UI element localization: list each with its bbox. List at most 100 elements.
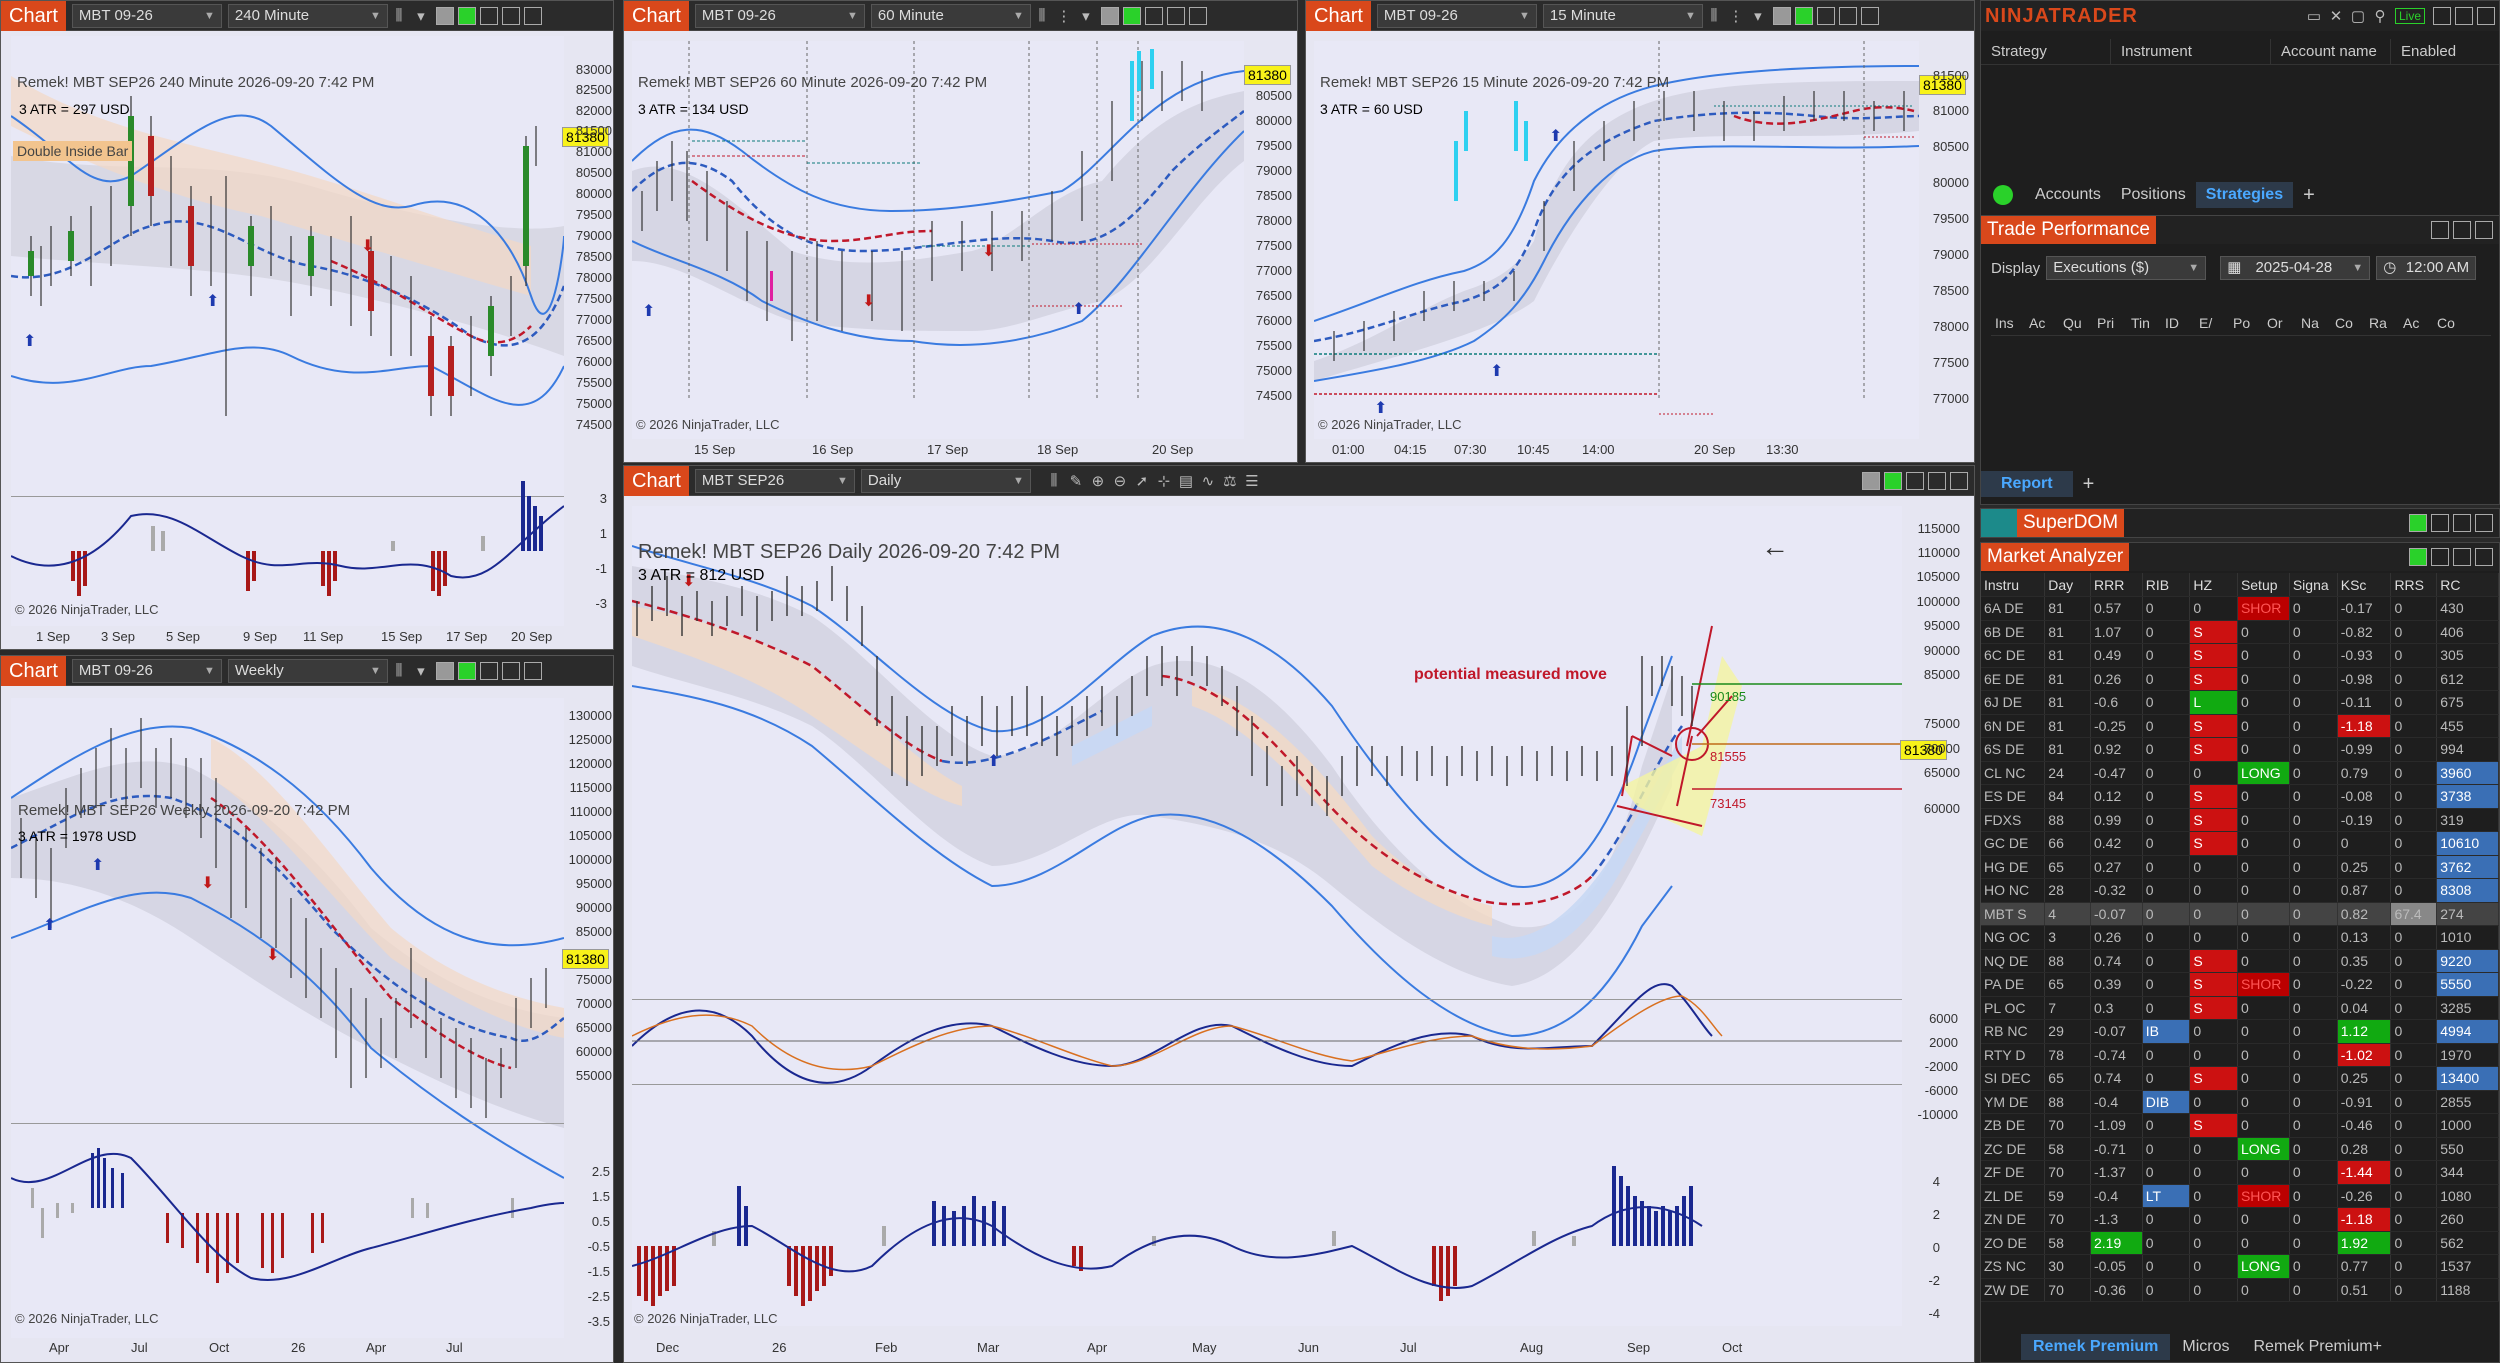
column-header[interactable]: ID [2161,311,2195,335]
column-header[interactable]: E/ [2195,311,2229,335]
column-header[interactable]: Pri [2093,311,2127,335]
maximize-button[interactable] [2455,7,2473,25]
column-header[interactable]: Ac [2399,311,2433,335]
close-button[interactable] [1950,471,1968,490]
display-selector[interactable]: Executions ($) ▼ [2046,256,2207,280]
column-account[interactable]: Account name [2271,39,2391,64]
column-header[interactable]: Qu [2059,311,2093,335]
column-header[interactable]: Po [2229,311,2263,335]
column-header[interactable]: RC [2436,573,2499,597]
table-row[interactable]: ZW DE 70 -0.36 0 0 0 0 0.51 0 1188 [1981,1278,2499,1302]
add-tab-icon[interactable]: + [2073,469,2105,500]
time-axis[interactable]: 15 Sep 16 Sep 17 Sep 18 Sep 20 Sep [632,442,1244,460]
table-row[interactable]: HG DE 65 0.27 0 0 0 0 0.25 0 3762 [1981,855,2499,879]
timeframe-selector[interactable]: 15 Minute ▼ [1542,3,1703,28]
column-header[interactable]: Day [2044,573,2091,597]
table-row[interactable]: ES DE 84 0.12 0 S 0 0 -0.08 0 3738 [1981,784,2499,809]
minimize-button[interactable] [1144,6,1163,25]
new-window-icon[interactable]: ▭ [2303,7,2325,25]
tab-remek-premium-plus[interactable]: Remek Premium+ [2242,1334,2394,1360]
close-button[interactable] [2475,221,2493,239]
table-row[interactable]: GC DE 66 0.42 0 S 0 0 0 0 10610 [1981,831,2499,856]
strategies-icon[interactable]: ⚖ [1219,472,1241,490]
column-header[interactable]: Ins [1991,311,2025,335]
column-instrument[interactable]: Instrument [2111,39,2271,64]
maximize-button[interactable] [2453,514,2471,532]
maximize-button[interactable] [2453,221,2471,239]
pencil-icon[interactable]: ✎ [1065,472,1087,490]
drawing-tool-icon[interactable]: ⋮ [1725,7,1747,25]
minimize-button[interactable] [2431,548,2449,566]
table-row[interactable]: ZN DE 70 -1.3 0 0 0 0 -1.18 0 260 [1981,1207,2499,1232]
table-row[interactable]: YM DE 88 -0.4 DIB 0 0 0 -0.91 0 2855 [1981,1090,2499,1114]
column-header[interactable]: Ac [2025,311,2059,335]
date-picker[interactable]: ▦ 2025-04-28 ▼ [2220,256,2371,280]
price-panel[interactable]: ⬆ ⬆ ⬇ [10,36,566,626]
price-axis[interactable]: 130000 125000 120000 115000 110000 105000 1000… [564,706,613,1106]
column-header[interactable]: KSc [2337,573,2392,597]
link-button[interactable] [435,661,454,680]
close-button[interactable] [523,6,542,25]
column-header[interactable]: RRR [2090,573,2143,597]
minimize-button[interactable] [479,6,498,25]
minimize-button[interactable] [2431,514,2449,532]
table-row[interactable]: 6B DE 81 1.07 0 S 0 0 -0.82 0 406 [1981,620,2499,644]
table-row[interactable]: RTY D 78 -0.74 0 0 0 0 -1.02 0 1970 [1981,1043,2499,1067]
time-axis[interactable]: 1 Sep 3 Sep 5 Sep 9 Sep 11 Sep 15 Sep 17 Sep 20… [11,629,564,647]
table-row[interactable]: ZS NC 30 -0.05 0 0 LONG 0 0.77 0 1537 [1981,1254,2499,1279]
instrument-selector[interactable]: MBT 09-26 ▼ [71,3,222,28]
column-enabled[interactable]: Enabled [2391,39,2466,64]
crosshair-icon[interactable]: ⊹ [1153,472,1175,490]
time-axis[interactable]: Apr Jul Oct 26 Apr Jul [11,1340,564,1358]
column-header[interactable]: HZ [2189,573,2238,597]
table-row[interactable]: PA DE 65 0.39 0 S SHOR 0 -0.22 0 5550 [1981,972,2499,997]
tools-icon[interactable]: ✕ [2325,7,2347,25]
column-strategy[interactable]: Strategy [1981,39,2111,64]
link-button[interactable] [1862,471,1880,490]
bar-type-icon[interactable]: ⫼ [388,662,410,679]
instrument-selector[interactable]: MBT 09-26 ▼ [694,3,865,28]
time-axis[interactable]: 01:00 04:15 07:30 10:45 14:00 20 Sep 13:30 [1314,442,1919,460]
minimize-button[interactable] [1906,471,1924,490]
minimize-button[interactable] [1816,6,1835,25]
drawing-tool-icon[interactable]: ⋮ [1053,7,1075,25]
price-panel[interactable]: ⬆ ⬆ ⬇ ⬇ [10,698,565,1338]
bar-type-icon[interactable]: ⫼ [1703,7,1725,24]
minimize-button[interactable] [2431,221,2449,239]
table-row[interactable]: NG OC 3 0.26 0 0 0 0 0.13 0 1010 [1981,925,2499,950]
table-row[interactable]: 6N DE 81 -0.25 0 S 0 0 -1.18 0 455 [1981,714,2499,738]
minimize-button[interactable] [479,661,498,680]
table-row[interactable]: RB NC 29 -0.07 IB 0 0 0 1.12 0 4994 [1981,1019,2499,1044]
instrument-selector[interactable]: MBT 09-26 ▼ [71,658,222,683]
data-box-icon[interactable]: ▤ [1175,472,1197,490]
table-row[interactable]: ZF DE 70 -1.37 0 0 0 0 -1.44 0 344 [1981,1160,2499,1185]
table-row[interactable]: CL NC 24 -0.47 0 0 LONG 0 0.79 0 3960 [1981,761,2499,785]
properties-icon[interactable]: ☰ [1241,472,1263,490]
table-row[interactable]: 6S DE 81 0.92 0 S 0 0 -0.99 0 994 [1981,737,2499,762]
column-header[interactable]: Na [2297,311,2331,335]
maximize-button[interactable] [2453,548,2471,566]
tab-positions[interactable]: Positions [2111,182,2196,208]
table-row[interactable]: PL OC 7 0.3 0 S 0 0 0.04 0 3285 [1981,996,2499,1020]
maximize-button[interactable] [501,6,520,25]
bar-type-icon[interactable]: ⫼ [388,7,410,24]
price-axis[interactable]: 80500 80000 79500 79000 78500 78000 77500 77000… [1244,86,1294,426]
zoom-in-icon[interactable]: ⊕ [1087,472,1109,490]
maximize-button[interactable] [1928,471,1946,490]
minimize-button[interactable] [2433,7,2451,25]
tab-strategies[interactable]: Strategies [2195,182,2294,208]
table-row[interactable]: NQ DE 88 0.74 0 S 0 0 0.35 0 9220 [1981,949,2499,973]
dropdown-arrow-icon[interactable]: ▾ [410,662,432,680]
timeframe-selector[interactable]: Daily ▼ [860,468,1031,493]
table-row[interactable]: 6J DE 81 -0.6 0 L 0 0 -0.11 0 675 [1981,690,2499,715]
dropdown-arrow-icon[interactable]: ▾ [1747,7,1769,25]
column-header[interactable]: Ra [2365,311,2399,335]
zoom-out-icon[interactable]: ⊖ [1109,472,1131,490]
maximize-button[interactable] [501,661,520,680]
link-button[interactable] [435,6,454,25]
link-button[interactable] [1100,6,1119,25]
link-button[interactable] [1772,6,1791,25]
column-header[interactable]: Co [2433,311,2467,335]
tab-micros[interactable]: Micros [2170,1334,2241,1360]
bar-type-icon[interactable]: ⫼ [1043,472,1065,489]
